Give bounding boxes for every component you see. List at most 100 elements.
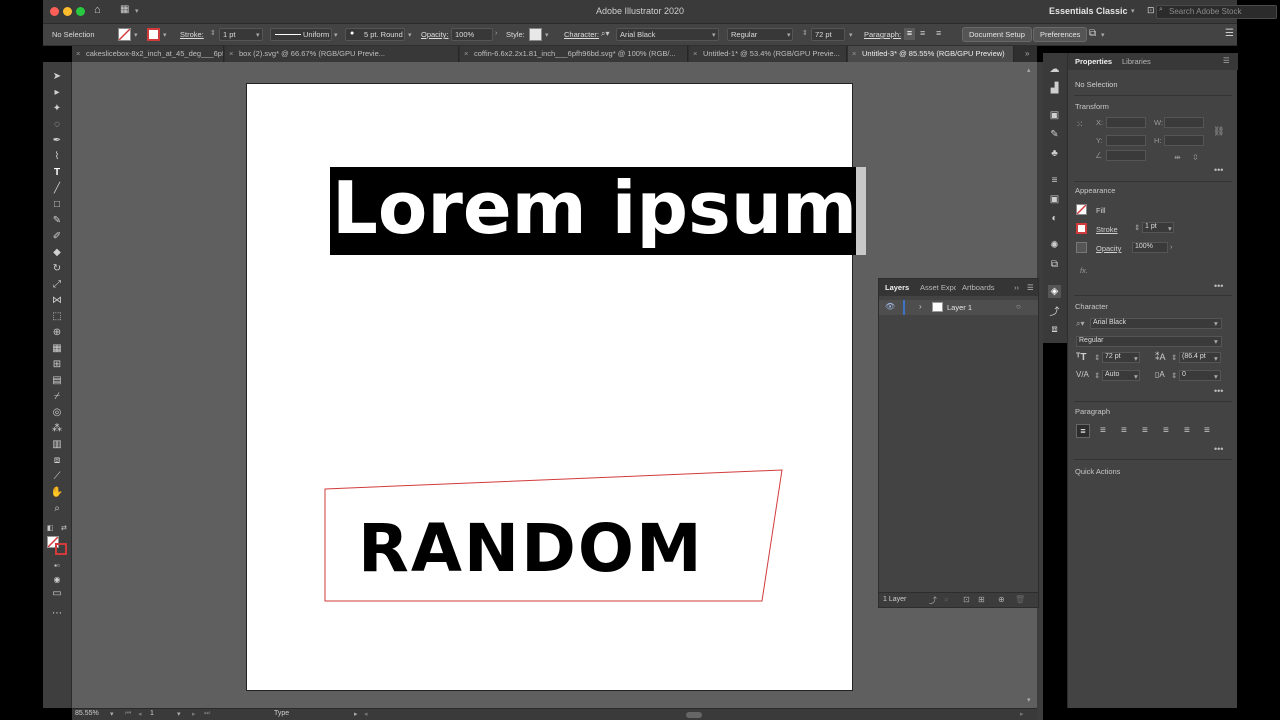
stepper-icon[interactable]: ⇕ (1094, 371, 1100, 380)
height-field[interactable] (1164, 135, 1204, 146)
stroke-label[interactable]: Stroke: (180, 30, 204, 39)
tab-properties[interactable]: Properties (1075, 57, 1112, 66)
chevron-down-icon[interactable]: ▾ (849, 31, 853, 39)
hand-tool-icon[interactable]: ✋ (50, 485, 64, 499)
align-left-icon[interactable]: ≡ (904, 28, 915, 40)
close-icon[interactable]: × (229, 49, 233, 58)
fill-swatch[interactable] (118, 28, 131, 41)
stepper-icon[interactable]: ⇕ (210, 29, 216, 37)
more-options-icon[interactable]: ••• (1214, 444, 1223, 454)
chevron-down-icon[interactable]: ▾ (134, 31, 138, 39)
font-family-field[interactable]: Arial Black (616, 28, 719, 41)
eyedropper-tool-icon[interactable]: ⌿ (50, 389, 64, 403)
symbols-icon[interactable]: ♣ (1048, 147, 1061, 160)
chevron-down-icon[interactable]: ▾ (110, 710, 114, 718)
tab-libraries[interactable]: Libraries (1122, 57, 1151, 66)
lasso-tool-icon[interactable]: ◌ (50, 117, 64, 131)
layer-row[interactable]: 👁 › Layer 1 ○ (879, 300, 1038, 315)
quad-shape[interactable] (247, 84, 854, 692)
chevron-down-icon[interactable]: ▾ (163, 31, 167, 39)
layer-name[interactable]: Layer 1 (947, 303, 972, 312)
stroke-swatch[interactable] (147, 28, 160, 41)
mesh-tool-icon[interactable]: ⊞ (50, 357, 64, 371)
artboard-number[interactable]: 1 (150, 710, 154, 717)
perspective-grid-tool-icon[interactable]: ▦ (50, 341, 64, 355)
chevron-down-icon[interactable]: ▾ (712, 31, 716, 39)
paragraph-label[interactable]: Paragraph: (864, 30, 901, 39)
chevron-right-icon[interactable]: › (1170, 242, 1173, 251)
chevron-down-icon[interactable]: ▾ (177, 710, 181, 718)
appearance-icon[interactable]: ✺ (1048, 239, 1061, 252)
scroll-down-icon[interactable]: ▾ (1027, 696, 1031, 704)
tab-artboards[interactable]: Artboards (962, 283, 995, 292)
opacity-label[interactable]: Opacity: (421, 30, 449, 39)
artboard[interactable]: Lorem ipsum RANDOM (246, 83, 866, 692)
edit-toolbar-icon[interactable]: ⋯ (50, 606, 64, 620)
flip-horizontal-icon[interactable]: ⇹ (1174, 153, 1181, 162)
font-family-field[interactable]: Arial Black (1090, 318, 1222, 329)
stroke-color-swatch[interactable] (55, 543, 67, 555)
constrain-proportions-icon[interactable]: ⛓ (1213, 126, 1224, 137)
new-layer-icon[interactable]: ⊕ (998, 595, 1005, 604)
swap-colors-icon[interactable]: ⇄ (61, 524, 67, 532)
align-right-icon[interactable]: ≡ (1121, 425, 1127, 436)
stepper-icon[interactable]: ⇕ (1171, 371, 1177, 380)
transparency-icon[interactable]: ◐ (1048, 212, 1061, 225)
next-artboard-icon[interactable]: ▸ (192, 710, 196, 718)
default-colors-icon[interactable]: ◧ (47, 524, 54, 532)
new-sublayer-icon[interactable]: ⊞ (978, 595, 985, 604)
scroll-right-icon[interactable]: ▸ (1020, 710, 1024, 718)
previous-artboard-icon[interactable]: ◂ (138, 710, 142, 718)
export-icon[interactable]: ⤴ (929, 595, 937, 606)
direct-selection-tool-icon[interactable]: ▸ (50, 85, 64, 99)
font-style-field[interactable]: Regular (727, 28, 793, 41)
close-icon[interactable]: × (693, 49, 697, 58)
selection-tool-icon[interactable]: ➤ (50, 69, 64, 83)
tab-document-4[interactable]: × Untitled-1* @ 53.4% (RGB/GPU Previe... (689, 46, 847, 62)
stepper-icon[interactable]: ⇕ (1094, 353, 1100, 362)
stroke-swatch[interactable] (1076, 223, 1087, 234)
eraser-tool-icon[interactable]: ◆ (50, 245, 64, 259)
rotate-field[interactable] (1106, 150, 1146, 161)
close-icon[interactable]: × (76, 49, 80, 58)
chevron-down-icon[interactable]: ▾ (1214, 372, 1218, 381)
tab-document-5[interactable]: × Untitled-3* @ 85.55% (RGB/GPU Preview) (848, 46, 1014, 62)
tabs-overflow-icon[interactable]: » (1025, 49, 1029, 58)
arrange-icon[interactable]: ⧉ (1089, 28, 1096, 39)
font-style-field[interactable]: Regular (1076, 336, 1222, 347)
chevron-down-icon[interactable]: ▾ (545, 31, 549, 39)
artboards-icon[interactable]: ⧈ (1048, 323, 1061, 336)
chevron-down-icon[interactable]: ▾ (1214, 337, 1218, 346)
opacity-label[interactable]: Opacity (1096, 244, 1121, 253)
opacity-field[interactable]: 100% (1132, 242, 1168, 253)
justify-all-icon[interactable]: ≡ (1204, 425, 1210, 436)
layers-icon[interactable]: ◈ (1048, 285, 1061, 298)
type-tool-icon[interactable]: T (50, 165, 64, 179)
slice-tool-icon[interactable]: ⟋ (50, 469, 64, 483)
free-transform-tool-icon[interactable]: ⬚ (50, 309, 64, 323)
panel-menu-icon[interactable]: ☰ (1225, 28, 1234, 39)
flip-vertical-icon[interactable]: ⇳ (1192, 153, 1199, 162)
scroll-left-icon[interactable]: ◂ (364, 710, 368, 718)
align-center-icon[interactable]: ≡ (920, 28, 925, 38)
scale-tool-icon[interactable]: ⤢ (50, 277, 64, 291)
fill-swatch[interactable] (1076, 204, 1087, 215)
chevron-down-icon[interactable]: ▾ (408, 31, 412, 39)
more-options-icon[interactable]: ••• (1214, 165, 1223, 175)
justify-center-icon[interactable]: ≡ (1163, 425, 1169, 436)
chevron-down-icon[interactable]: ▾ (787, 31, 791, 39)
chevron-right-icon[interactable]: ▸ (354, 710, 358, 718)
close-icon[interactable]: × (464, 49, 468, 58)
blend-tool-icon[interactable]: ◎ (50, 405, 64, 419)
horizontal-scroll-thumb[interactable] (686, 712, 702, 718)
y-field[interactable] (1106, 135, 1146, 146)
gradient-tool-icon[interactable]: ▤ (50, 373, 64, 387)
chevron-down-icon[interactable]: ▾ (1134, 354, 1138, 363)
visibility-eye-icon[interactable]: 👁 (885, 302, 895, 311)
chevron-down-icon[interactable]: ▾ (256, 31, 260, 39)
chevron-down-icon[interactable]: ▾ (1134, 372, 1138, 381)
panel-overflow-icon[interactable]: ›› (1014, 283, 1019, 292)
chevron-down-icon[interactable]: ▾ (1101, 31, 1105, 39)
opacity-field[interactable]: 100% (451, 28, 493, 41)
random-text[interactable]: RANDOM (358, 510, 704, 587)
